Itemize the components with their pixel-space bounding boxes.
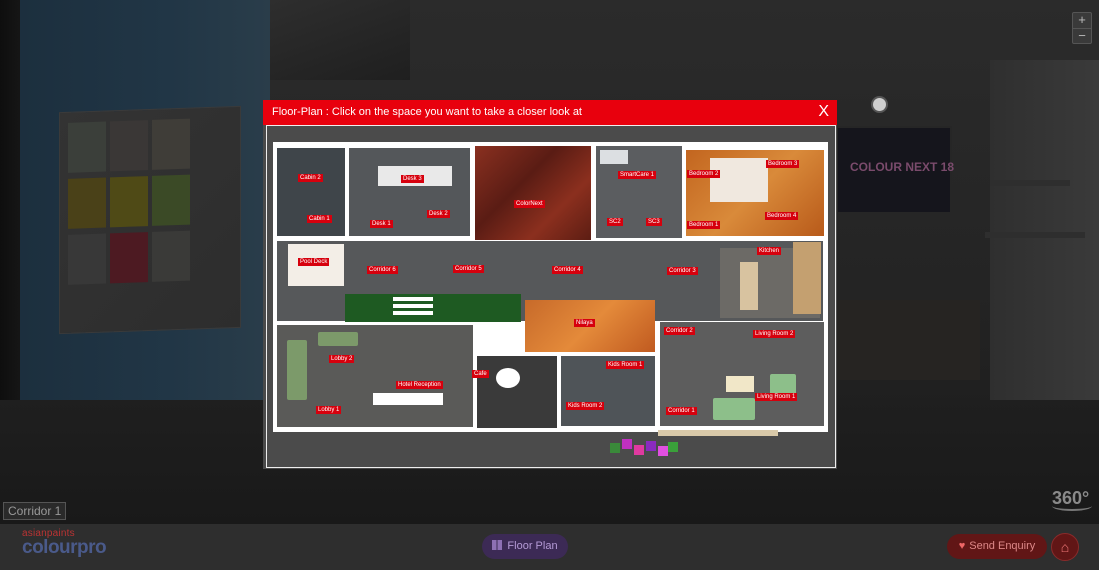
sample-tile bbox=[152, 118, 190, 170]
sample-tile bbox=[110, 176, 148, 228]
kitchen-counter bbox=[793, 242, 821, 314]
wall-shelf bbox=[985, 232, 1085, 238]
bed bbox=[710, 158, 768, 202]
room-tag-smartcare-1[interactable]: SmartCare 1 bbox=[618, 171, 657, 179]
pool-deck-garden bbox=[345, 294, 521, 322]
send-enquiry-label: Send Enquiry bbox=[969, 540, 1036, 552]
sample-tile bbox=[110, 120, 148, 172]
room-tag-corridor-4[interactable]: Corridor 4 bbox=[552, 266, 583, 274]
room-tag-nilaya[interactable]: Nilaya bbox=[574, 319, 595, 327]
home-icon: ⌂ bbox=[1060, 539, 1070, 555]
room-tag-bedroom-2[interactable]: Bedroom 2 bbox=[687, 170, 721, 178]
room-tag-bedroom-4[interactable]: Bedroom 4 bbox=[765, 212, 799, 220]
home-button[interactable]: ⌂ bbox=[1051, 533, 1079, 561]
room-tag-corridor-3[interactable]: Corridor 3 bbox=[667, 267, 698, 275]
decking-strip bbox=[658, 430, 778, 436]
sample-tile bbox=[68, 121, 106, 173]
sofa bbox=[713, 398, 755, 420]
room-tag-sc3[interactable]: SC3 bbox=[646, 218, 662, 226]
room-tag-corridor-1[interactable]: Corridor 1 bbox=[666, 407, 697, 415]
room-tag-living-room-1[interactable]: Living Room 1 bbox=[755, 393, 798, 401]
cabinet bbox=[830, 300, 980, 380]
dining-table bbox=[740, 262, 758, 310]
zoom-in-button[interactable]: + bbox=[1073, 13, 1091, 29]
sample-tile bbox=[110, 232, 148, 284]
floor-plan-icon bbox=[492, 540, 503, 550]
sample-tile bbox=[68, 233, 106, 285]
floor-plan-label: Floor Plan bbox=[507, 540, 558, 552]
room-tag-desk-1[interactable]: Desk 1 bbox=[370, 220, 393, 228]
room-tag-cabin-2[interactable]: Cabin 2 bbox=[298, 174, 323, 182]
sample-tile bbox=[152, 230, 190, 282]
room-tag-cabin-1[interactable]: Cabin 1 bbox=[307, 215, 332, 223]
sample-tile bbox=[152, 174, 190, 226]
room-tag-living-room-2[interactable]: Living Room 2 bbox=[753, 330, 796, 338]
floor-plan-button[interactable]: Floor Plan bbox=[482, 534, 568, 559]
room-tag-kitchen[interactable]: Kitchen bbox=[757, 247, 782, 255]
cafe-table bbox=[496, 368, 520, 388]
modal-header: Floor-Plan : Click on the space you want… bbox=[263, 100, 837, 125]
room-tag-cafe[interactable]: Cafe bbox=[472, 370, 489, 378]
brand-logo[interactable]: asianpaints colourpro bbox=[22, 528, 107, 559]
colour-sample-panel bbox=[60, 106, 240, 334]
room-tag-sc2[interactable]: SC2 bbox=[607, 218, 623, 226]
sofa bbox=[318, 332, 358, 346]
room-tag-lobby-1[interactable]: Lobby 1 bbox=[316, 406, 342, 414]
room-tag-desk-3[interactable]: Desk 3 bbox=[401, 175, 424, 183]
zoom-control: + − bbox=[1072, 12, 1092, 44]
wall-shelf bbox=[990, 180, 1070, 186]
room-tag-hotel-reception[interactable]: Hotel Reception bbox=[396, 381, 443, 389]
reception-desk bbox=[373, 393, 443, 405]
coffee-table bbox=[726, 376, 754, 392]
bench bbox=[393, 304, 433, 308]
sofa bbox=[287, 340, 307, 400]
panorama-label: 360° bbox=[1052, 488, 1090, 508]
brand-name: colourpro bbox=[22, 537, 107, 558]
room-cafe[interactable] bbox=[477, 356, 557, 428]
room-tag-pool-deck[interactable]: Pool Deck bbox=[298, 258, 330, 266]
close-button[interactable]: X bbox=[818, 103, 829, 121]
hotspot-icon[interactable] bbox=[873, 98, 886, 111]
bench bbox=[393, 297, 433, 301]
room-colornext[interactable] bbox=[475, 146, 591, 240]
sample-tile bbox=[68, 177, 106, 229]
room-desks[interactable] bbox=[349, 148, 470, 236]
modal-title: Floor-Plan : Click on the space you want… bbox=[272, 106, 582, 118]
send-enquiry-button[interactable]: ♥ Send Enquiry bbox=[947, 534, 1047, 559]
room-tag-kids-room-1[interactable]: Kids Room 1 bbox=[606, 361, 645, 369]
bench bbox=[393, 311, 433, 315]
panorama-360-icon[interactable]: 360° bbox=[1052, 488, 1092, 511]
current-location-label: Corridor 1 bbox=[3, 502, 67, 520]
ceiling-beam bbox=[270, 0, 410, 80]
room-tag-corridor-2[interactable]: Corridor 2 bbox=[664, 327, 695, 335]
room-tag-bedroom-1[interactable]: Bedroom 1 bbox=[687, 221, 721, 229]
room-tag-corridor-5[interactable]: Corridor 5 bbox=[453, 265, 484, 273]
tv-logo: COLOUR NEXT 18 bbox=[850, 160, 955, 174]
room-tag-lobby-2[interactable]: Lobby 2 bbox=[329, 355, 355, 363]
room-tag-bedroom-3[interactable]: Bedroom 3 bbox=[766, 160, 800, 168]
room-tag-colornext[interactable]: ColorNext bbox=[514, 200, 545, 208]
heart-icon: ♥ bbox=[958, 540, 966, 552]
room-tag-kids-room-2[interactable]: Kids Room 2 bbox=[566, 402, 605, 410]
colour-blocks bbox=[608, 437, 678, 457]
room-tag-corridor-6[interactable]: Corridor 6 bbox=[367, 266, 398, 274]
smartcare-panel bbox=[600, 150, 628, 164]
room-tag-desk-2[interactable]: Desk 2 bbox=[427, 210, 450, 218]
zoom-out-button[interactable]: − bbox=[1073, 29, 1091, 44]
